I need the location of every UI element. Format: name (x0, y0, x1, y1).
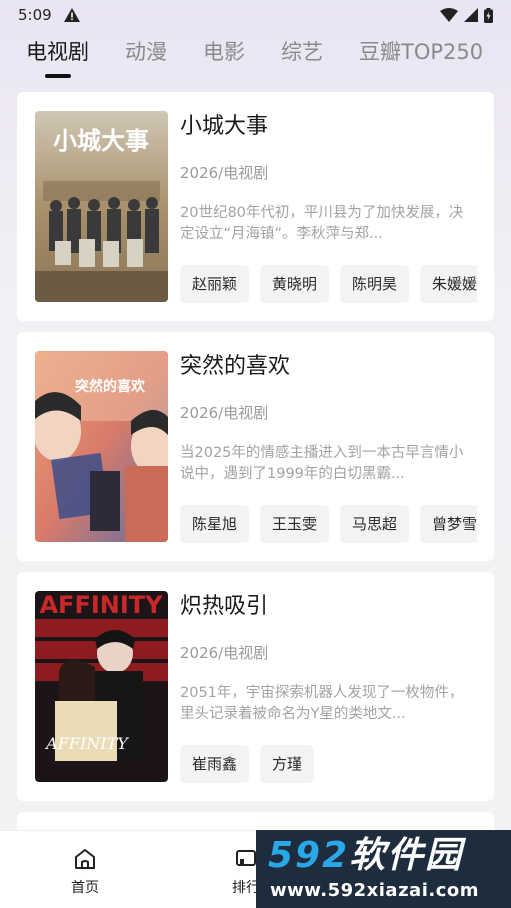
poster-title-text: 突然的喜欢 (75, 378, 146, 395)
show-card[interactable]: 小城大事 小城大事 2026/电视剧 20世纪80年代初，平川县为了加快发展，决… (17, 92, 494, 321)
show-title: 突然的喜欢 (180, 354, 291, 379)
poster-image: AFFINITY AFFINITY (35, 591, 168, 782)
status-bar: 5:09 (0, 0, 511, 30)
poster-image: 突然的喜欢 (35, 351, 168, 542)
show-description: 2051年，宇宙探索机器人发现了一枚物件，里头记录着被命名为Y星的类地文... (180, 685, 464, 722)
cast-tags: 陈星旭 王玉雯 马思超 曾梦雪 (180, 505, 477, 543)
tab-douban-top250[interactable]: 豆瓣TOP250 (359, 34, 483, 70)
cast-tags: 崔雨鑫 方瑾 (180, 745, 477, 783)
show-description: 当2025年的情感主播进入到一本古早言情小说中，遇到了1999年的白切黑霸... (180, 445, 464, 482)
battery-icon (484, 7, 493, 23)
cast-tag[interactable]: 赵丽颖 (180, 265, 250, 303)
show-title: 炽热吸引 (180, 594, 269, 619)
signal-icon (464, 8, 478, 22)
watermark-url: www.592xiazai.com (270, 880, 479, 901)
home-icon (75, 849, 95, 869)
show-card[interactable]: 突然的喜欢 突然的喜欢 2026/电视剧 当2025年的情感主播进入到一本古早言… (17, 332, 494, 561)
cast-tag[interactable]: 曾梦雪 (420, 505, 477, 543)
nav-home[interactable]: 首页 (45, 847, 125, 897)
show-title: 小城大事 (180, 114, 269, 139)
nav-home-label: 首页 (71, 880, 99, 896)
category-tabs: 电视剧 动漫 电影 综艺 豆瓣TOP250 (0, 34, 511, 82)
wifi-icon (440, 8, 458, 22)
cast-tag[interactable]: 马思超 (340, 505, 410, 543)
cast-tag[interactable]: 朱媛媛 (420, 265, 477, 303)
watermark-logo: 592软件园 www.592xiazai.com (256, 830, 511, 908)
show-list: 小城大事 小城大事 2026/电视剧 20世纪80年代初，平川县为了加快发展，决… (17, 92, 494, 812)
show-description: 20世纪80年代初，平川县为了加快发展，决定设立“月海镇”。李秋萍与郑... (180, 205, 464, 242)
tab-anime[interactable]: 动漫 (125, 34, 167, 70)
cast-tag[interactable]: 崔雨鑫 (180, 745, 250, 783)
watermark-brand-text: 软件园 (349, 835, 464, 876)
warning-icon (63, 8, 80, 22)
cast-tag[interactable]: 黄晓明 (260, 265, 330, 303)
poster-title-text: 小城大事 (53, 127, 149, 155)
show-card[interactable]: AFFINITY AFFINITY 炽热吸引 2026/电视剧 2051年，宇宙… (17, 572, 494, 801)
show-meta: 2026/电视剧 (180, 644, 269, 662)
poster-script-text: AFFINITY (44, 734, 129, 753)
show-meta: 2026/电视剧 (180, 164, 269, 182)
tab-variety[interactable]: 综艺 (281, 34, 323, 70)
show-meta: 2026/电视剧 (180, 404, 269, 422)
status-time: 5:09 (18, 6, 52, 24)
poster-title-text: AFFINITY (39, 591, 163, 619)
poster-image: 小城大事 (35, 111, 168, 302)
watermark-brand-number: 592 (268, 835, 350, 876)
cast-tag[interactable]: 王玉雯 (260, 505, 330, 543)
tab-movies[interactable]: 电影 (203, 34, 245, 70)
cast-tag[interactable]: 陈星旭 (180, 505, 250, 543)
cast-tag[interactable]: 陈明昊 (340, 265, 410, 303)
rank-icon (236, 850, 256, 866)
cast-tags: 赵丽颖 黄晓明 陈明昊 朱媛媛 (180, 265, 477, 303)
watermark-brand: 592软件园 (268, 834, 463, 878)
status-indicators (440, 7, 493, 23)
tab-tv-series[interactable]: 电视剧 (26, 34, 89, 70)
cast-tag[interactable]: 方瑾 (260, 745, 315, 783)
